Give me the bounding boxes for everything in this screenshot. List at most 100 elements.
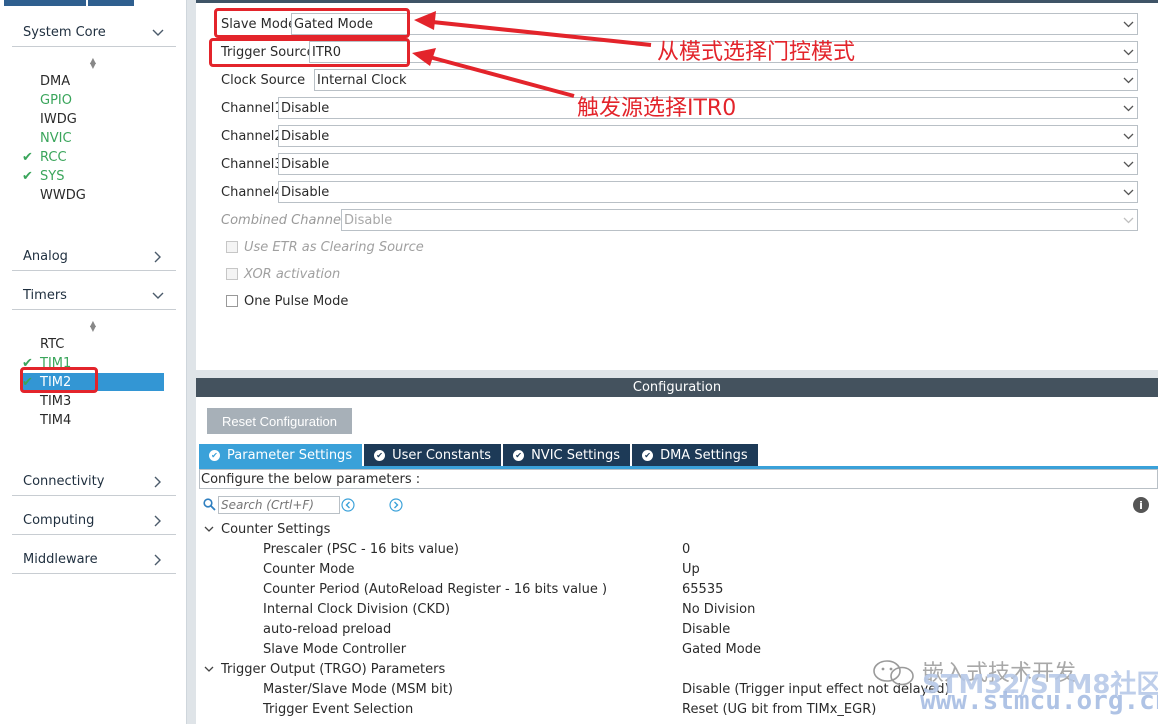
chevron-down-icon	[1119, 217, 1137, 224]
tab-label: NVIC Settings	[531, 447, 621, 463]
param-value[interactable]: Up	[682, 559, 700, 579]
next-match-icon[interactable]	[389, 498, 403, 512]
sidebar-item-label: RTC	[40, 336, 65, 352]
sort-icon[interactable]: ▲ ▼	[88, 57, 98, 70]
sidebar-item-label: TIM3	[40, 393, 72, 409]
sidebar-item-label: TIM4	[40, 412, 72, 428]
panel-splitter[interactable]	[196, 370, 1158, 378]
tab-nvic-settings[interactable]: ✔ NVIC Settings	[503, 444, 631, 466]
category-analog[interactable]: Analog	[12, 243, 176, 271]
sidebar-item-tim3[interactable]: TIM3	[22, 392, 164, 410]
search-bar: i	[201, 494, 1156, 516]
param-name: Master/Slave Mode (MSM bit)	[263, 681, 453, 697]
category-connectivity[interactable]: Connectivity	[12, 468, 176, 496]
categories-tab[interactable]	[4, 0, 86, 6]
xor-activation-checkbox-row: XOR activation	[226, 265, 340, 283]
param-name: Slave Mode Controller	[263, 641, 407, 657]
chevron-down-icon	[204, 663, 221, 676]
param-value[interactable]: 65535	[682, 579, 723, 599]
category-middleware[interactable]: Middleware	[12, 546, 176, 574]
tab-label: User Constants	[392, 447, 492, 463]
param-value[interactable]: 0	[682, 539, 690, 559]
configuration-header: Configuration	[196, 378, 1158, 397]
group-trigger-output[interactable]: Trigger Output (TRGO) Parameters	[204, 659, 445, 679]
group-title: Trigger Output (TRGO) Parameters	[221, 661, 446, 677]
sidebar-item-rcc[interactable]: ✔ RCC	[22, 148, 164, 166]
sidebar-item-rtc[interactable]: RTC	[22, 335, 164, 353]
sidebar-item-label: RCC	[40, 149, 67, 165]
category-label: System Core	[23, 25, 106, 40]
sidebar-item-dma[interactable]: DMA	[22, 72, 164, 90]
check-circle-icon: ✔	[642, 449, 654, 461]
stm32cubemx-window: System Core ▲ ▼ DMA GPIO IWDG NVIC ✔ RCC …	[0, 0, 1158, 724]
param-value[interactable]: Reset (UG bit from TIMx_EGR)	[682, 699, 876, 719]
param-name: Counter Mode	[263, 561, 355, 577]
category-label: Timers	[23, 288, 67, 303]
check-circle-icon: ✔	[513, 449, 525, 461]
config-tabs: ✔ Parameter Settings ✔ User Constants ✔ …	[199, 444, 760, 466]
param-value[interactable]: Gated Mode	[682, 639, 761, 659]
use-etr-label: Use ETR as Clearing Source	[244, 239, 424, 255]
tab-label: DMA Settings	[660, 447, 748, 463]
sidebar-item-tim4[interactable]: TIM4	[22, 411, 164, 429]
check-icon: ✔	[22, 149, 33, 165]
chevron-right-icon	[150, 513, 166, 529]
watermark-line3: www.stmcu.org.cn	[920, 686, 1158, 716]
chevron-down-icon	[150, 25, 166, 41]
check-icon: ✔	[22, 168, 33, 184]
channel4-label: Channel4	[221, 184, 283, 200]
check-circle-icon: ✔	[374, 449, 386, 461]
a-z-tab[interactable]	[88, 0, 134, 6]
combined-channels-row: Combined Channels	[221, 209, 351, 231]
sidebar-item-label: DMA	[40, 73, 71, 89]
channel4-select[interactable]: Disable	[278, 181, 1138, 203]
param-name: auto-reload preload	[263, 621, 392, 637]
sidebar-item-iwdg[interactable]: IWDG	[22, 110, 164, 128]
reset-configuration-button[interactable]: Reset Configuration	[207, 408, 352, 434]
slave-mode-annotation: 从模式选择门控模式	[657, 40, 856, 65]
chevron-down-icon	[1119, 161, 1137, 168]
one-pulse-mode-label: One Pulse Mode	[244, 293, 349, 309]
wechat-logo-icon	[873, 660, 914, 686]
combined-channels-select: Disable	[341, 209, 1138, 231]
param-value[interactable]: No Division	[682, 599, 755, 619]
group-counter-settings[interactable]: Counter Settings	[204, 519, 330, 539]
sort-icon[interactable]: ▲ ▼	[88, 320, 98, 333]
previous-match-icon[interactable]	[341, 498, 355, 512]
mode-panel: Slave Mode Gated Mode Trigger Source ITR…	[196, 0, 1158, 370]
param-value[interactable]: Disable	[682, 619, 730, 639]
category-timers[interactable]: Timers	[12, 282, 176, 310]
info-icon[interactable]: i	[1133, 497, 1149, 513]
xor-activation-checkbox	[226, 268, 238, 280]
search-input[interactable]	[218, 496, 340, 514]
channel4-row: Channel4	[221, 181, 283, 203]
chevron-down-icon	[1119, 189, 1137, 196]
panel-splitter[interactable]	[187, 0, 196, 724]
chevron-right-icon	[150, 474, 166, 490]
category-computing[interactable]: Computing	[12, 507, 176, 535]
sidebar-item-gpio[interactable]: GPIO	[22, 91, 164, 109]
one-pulse-mode-checkbox-row: One Pulse Mode	[226, 292, 348, 310]
configure-hint: Configure the below parameters :	[199, 469, 1158, 489]
tab-dma-settings[interactable]: ✔ DMA Settings	[632, 444, 758, 466]
sidebar-item-label: SYS	[40, 168, 65, 184]
channel3-select[interactable]: Disable	[278, 153, 1138, 175]
category-label: Connectivity	[23, 474, 105, 489]
search-icon	[203, 498, 216, 511]
sidebar-item-sys[interactable]: ✔ SYS	[22, 167, 164, 185]
one-pulse-mode-checkbox[interactable]	[226, 295, 238, 307]
xor-activation-label: XOR activation	[244, 266, 341, 282]
param-name: Prescaler (PSC - 16 bits value)	[263, 541, 459, 557]
tab-user-constants[interactable]: ✔ User Constants	[364, 444, 502, 466]
category-label: Computing	[23, 513, 95, 528]
use-etr-checkbox	[226, 241, 238, 253]
mode-panel-top-border	[196, 0, 1158, 3]
tab-parameter-settings[interactable]: ✔ Parameter Settings	[199, 444, 363, 466]
channel3-row: Channel3	[221, 153, 283, 175]
sidebar-item-wwdg[interactable]: WWDG	[22, 186, 164, 204]
combined-channels-label: Combined Channels	[221, 212, 352, 228]
param-name: Trigger Event Selection	[263, 701, 414, 717]
chevron-down-icon	[204, 523, 221, 536]
category-system-core[interactable]: System Core	[12, 19, 176, 47]
sidebar-item-nvic[interactable]: NVIC	[22, 129, 164, 147]
